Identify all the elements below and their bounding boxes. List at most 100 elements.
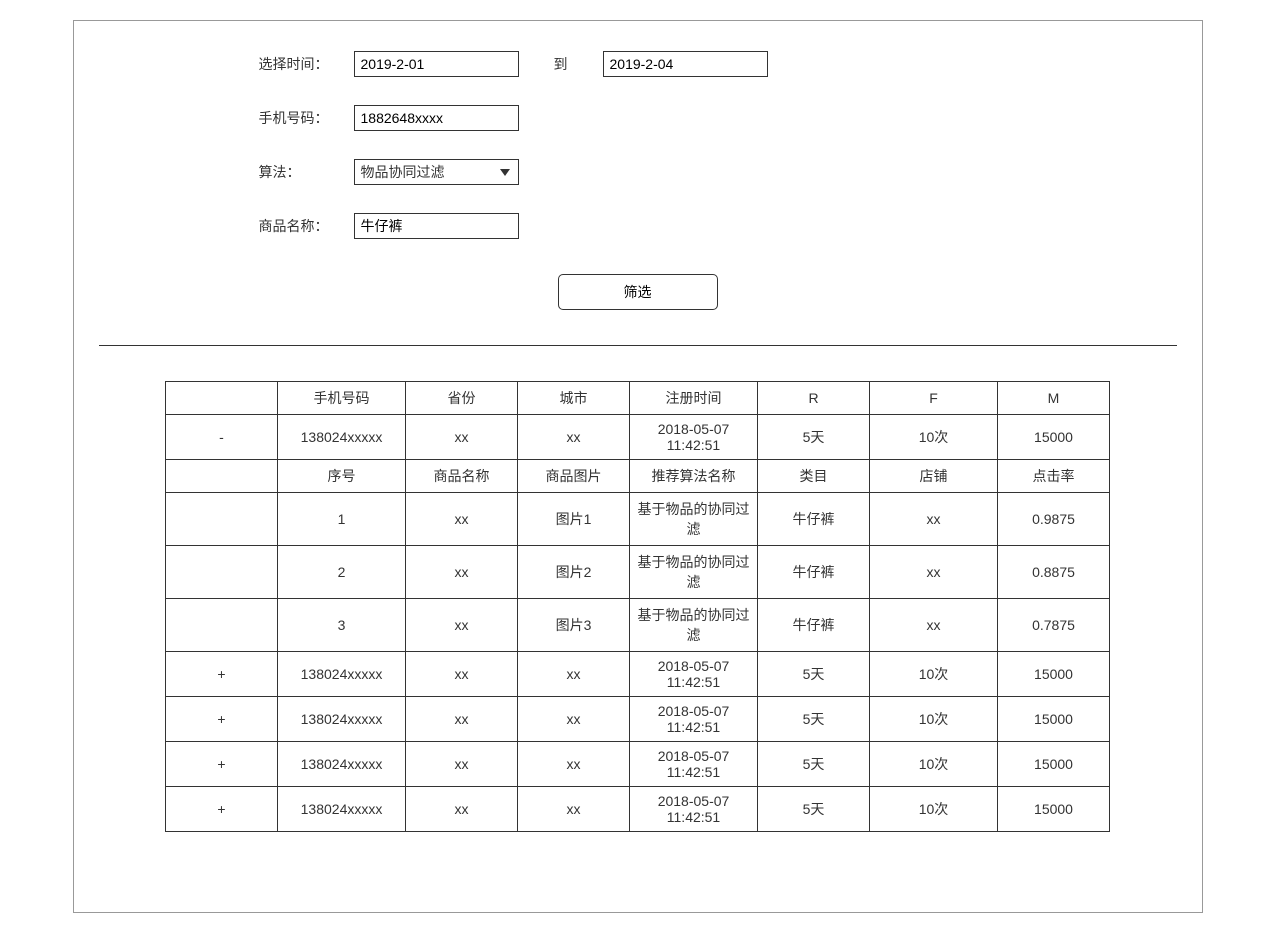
table-cell: 3 (278, 599, 406, 652)
time-row: 选择时间： 到 (259, 51, 1162, 77)
table-cell: 0.7875 (998, 599, 1110, 652)
table-cell (166, 493, 278, 546)
end-date-input[interactable] (603, 51, 768, 77)
table-cell: 0.8875 (998, 546, 1110, 599)
table-cell: xx (406, 742, 518, 787)
table-cell: 138024xxxxx (278, 697, 406, 742)
table-cell: 15000 (998, 415, 1110, 460)
table-cell: 5天 (758, 787, 870, 832)
table-cell: xx (870, 546, 998, 599)
table-cell: xx (406, 787, 518, 832)
detail-row: 1xx图片1基于物品的协同过滤牛仔裤xx0.9875 (166, 493, 1110, 546)
filter-button[interactable]: 筛选 (558, 274, 718, 310)
table-cell: 0.9875 (998, 493, 1110, 546)
user-row-collapsed: +138024xxxxxxxxx2018-05-07 11:42:515天10次… (166, 787, 1110, 832)
phone-input[interactable] (354, 105, 519, 131)
table-cell: 2018-05-07 11:42:51 (630, 415, 758, 460)
table-cell: 注册时间 (630, 382, 758, 415)
table-cell: xx (518, 697, 630, 742)
table-cell: M (998, 382, 1110, 415)
table-cell: 手机号码 (278, 382, 406, 415)
table-cell: xx (406, 493, 518, 546)
table-cell (166, 382, 278, 415)
table-cell: 商品名称 (406, 460, 518, 493)
phone-label: 手机号码： (259, 108, 339, 128)
table-cell: 5天 (758, 415, 870, 460)
product-input[interactable] (354, 213, 519, 239)
filter-form: 选择时间： 到 手机号码： 算法： 物品协同过滤 商品名称： (114, 51, 1162, 239)
product-row: 商品名称： (259, 213, 1162, 239)
expand-toggle[interactable]: + (166, 787, 278, 832)
expand-toggle[interactable]: - (166, 415, 278, 460)
table-cell: 基于物品的协同过滤 (630, 546, 758, 599)
table-cell: xx (406, 546, 518, 599)
table-cell: xx (518, 415, 630, 460)
table-cell: 10次 (870, 652, 998, 697)
table-cell: 138024xxxxx (278, 415, 406, 460)
start-date-input[interactable] (354, 51, 519, 77)
table-header-detail: 序号商品名称商品图片推荐算法名称类目店铺点击率 (166, 460, 1110, 493)
expand-toggle[interactable]: + (166, 697, 278, 742)
table-cell: 基于物品的协同过滤 (630, 493, 758, 546)
table-cell: xx (518, 652, 630, 697)
detail-row: 2xx图片2基于物品的协同过滤牛仔裤xx0.8875 (166, 546, 1110, 599)
table-cell: xx (406, 599, 518, 652)
table-cell: R (758, 382, 870, 415)
table-cell: xx (870, 493, 998, 546)
table-cell: 基于物品的协同过滤 (630, 599, 758, 652)
table-cell (166, 460, 278, 493)
table-cell: 10次 (870, 415, 998, 460)
table-header-main: 手机号码省份城市注册时间RFM (166, 382, 1110, 415)
table-cell: 138024xxxxx (278, 652, 406, 697)
table-cell: 牛仔裤 (758, 493, 870, 546)
table-cell: 图片3 (518, 599, 630, 652)
table-cell: 5天 (758, 652, 870, 697)
table-cell: 2 (278, 546, 406, 599)
table-cell: xx (406, 415, 518, 460)
table-cell: 5天 (758, 697, 870, 742)
user-row-collapsed: +138024xxxxxxxxx2018-05-07 11:42:515天10次… (166, 652, 1110, 697)
table-cell: 10次 (870, 787, 998, 832)
table-cell: xx (518, 787, 630, 832)
table-cell: F (870, 382, 998, 415)
table-cell: 2018-05-07 11:42:51 (630, 697, 758, 742)
table-cell: 10次 (870, 697, 998, 742)
table-cell: 推荐算法名称 (630, 460, 758, 493)
table-cell (166, 599, 278, 652)
table-cell: 2018-05-07 11:42:51 (630, 787, 758, 832)
to-label: 到 (554, 54, 568, 74)
table-cell: 城市 (518, 382, 630, 415)
table-cell: 138024xxxxx (278, 787, 406, 832)
table-cell: 省份 (406, 382, 518, 415)
table-cell: xx (406, 697, 518, 742)
user-row-expanded: -138024xxxxxxxxx2018-05-07 11:42:515天10次… (166, 415, 1110, 460)
detail-row: 3xx图片3基于物品的协同过滤牛仔裤xx0.7875 (166, 599, 1110, 652)
table-cell: 点击率 (998, 460, 1110, 493)
phone-row: 手机号码： (259, 105, 1162, 131)
table-cell: 15000 (998, 652, 1110, 697)
expand-toggle[interactable]: + (166, 742, 278, 787)
table-cell: 138024xxxxx (278, 742, 406, 787)
filter-button-row: 筛选 (114, 274, 1162, 310)
expand-toggle[interactable]: + (166, 652, 278, 697)
table-cell: 牛仔裤 (758, 599, 870, 652)
main-panel: 选择时间： 到 手机号码： 算法： 物品协同过滤 商品名称： 筛选 (73, 20, 1203, 913)
table-cell: 商品图片 (518, 460, 630, 493)
chevron-down-icon (500, 169, 510, 176)
table-cell: 5天 (758, 742, 870, 787)
algorithm-row: 算法： 物品协同过滤 (259, 159, 1162, 185)
algorithm-value: 物品协同过滤 (361, 162, 500, 182)
table-cell: 图片2 (518, 546, 630, 599)
table-cell: xx (518, 742, 630, 787)
product-label: 商品名称： (259, 216, 339, 236)
table-cell: 15000 (998, 787, 1110, 832)
results-table: 手机号码省份城市注册时间RFM-138024xxxxxxxxx2018-05-0… (165, 381, 1110, 832)
user-row-collapsed: +138024xxxxxxxxx2018-05-07 11:42:515天10次… (166, 697, 1110, 742)
table-cell: 10次 (870, 742, 998, 787)
algorithm-select[interactable]: 物品协同过滤 (354, 159, 519, 185)
table-cell: xx (870, 599, 998, 652)
table-cell: 类目 (758, 460, 870, 493)
table-cell (166, 546, 278, 599)
table-cell: 15000 (998, 697, 1110, 742)
table-cell: 店铺 (870, 460, 998, 493)
